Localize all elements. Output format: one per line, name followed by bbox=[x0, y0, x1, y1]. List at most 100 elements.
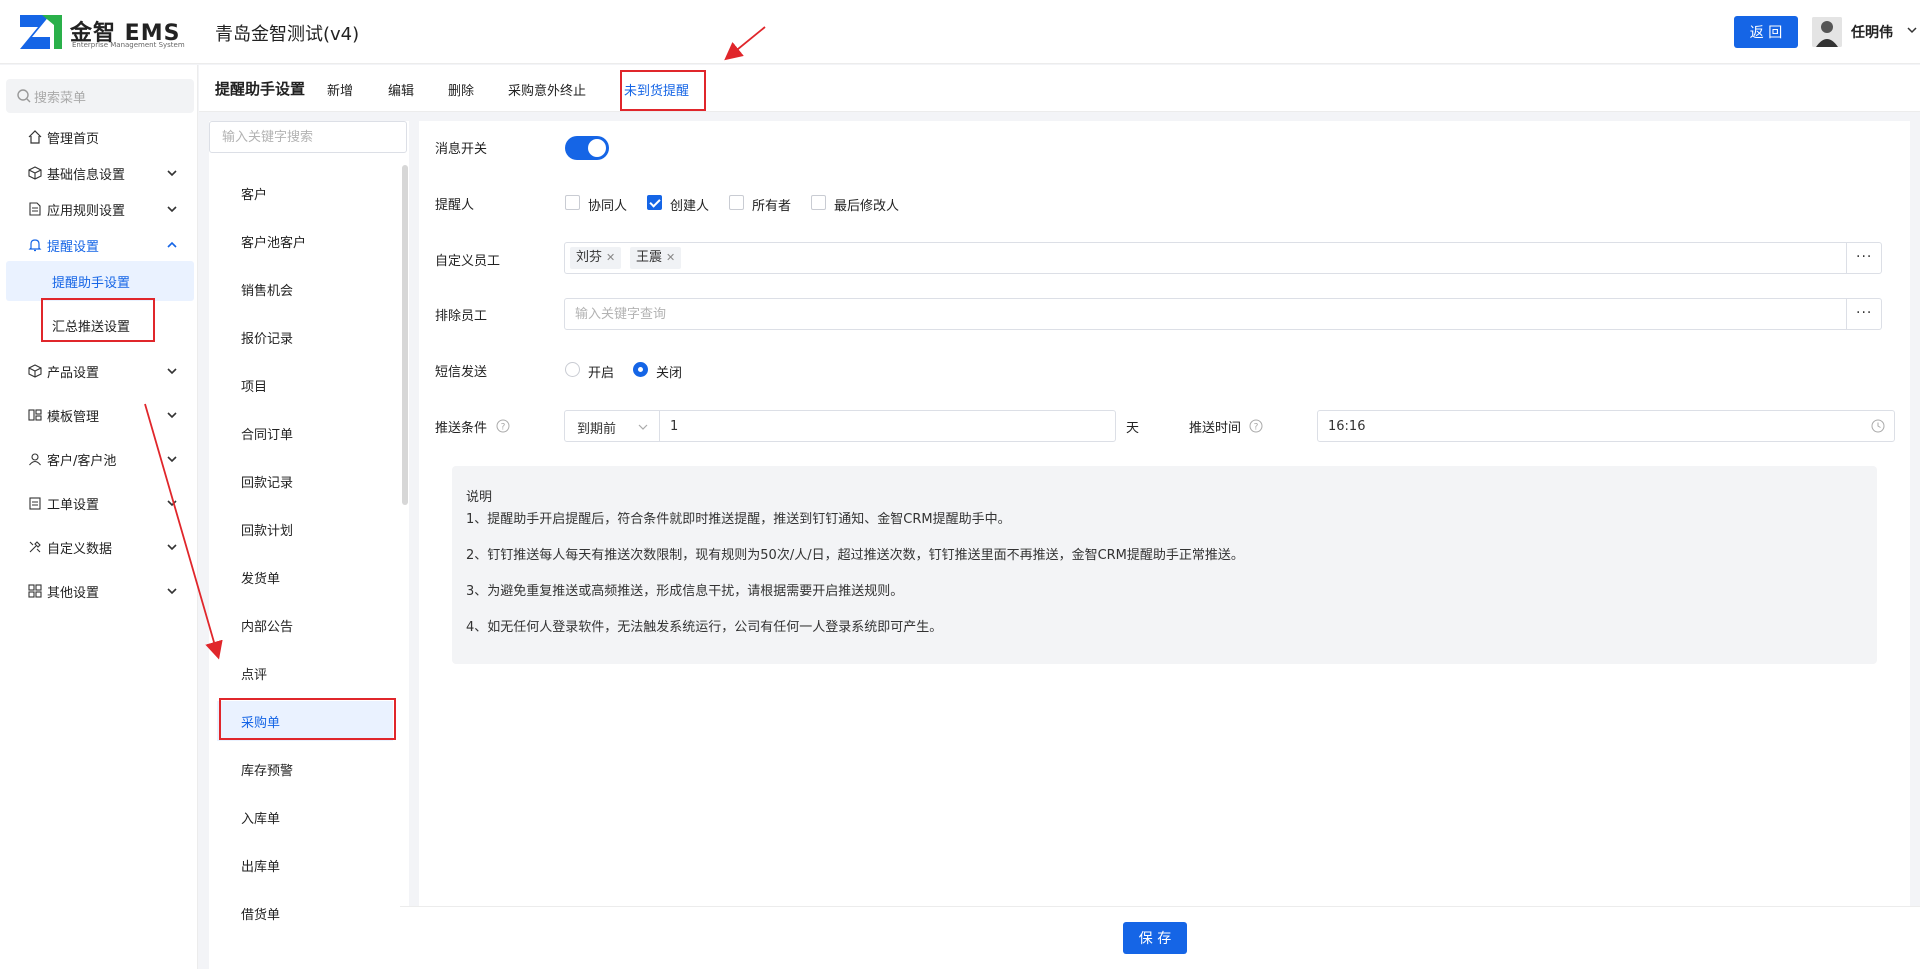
chevron-down-icon bbox=[167, 500, 177, 507]
delete-button[interactable]: 删除 bbox=[448, 80, 474, 99]
sidebar-item-label: 自定义数据 bbox=[47, 542, 113, 557]
condition-select[interactable]: 到期前 bbox=[564, 410, 660, 442]
sidebar-item-label: 模板管理 bbox=[47, 410, 100, 425]
add-button[interactable]: 新增 bbox=[327, 80, 353, 99]
tag-close-icon[interactable]: ✕ bbox=[606, 251, 615, 264]
chevron-down-icon[interactable] bbox=[1906, 24, 1918, 36]
list-item-label: 销售机会 bbox=[241, 284, 294, 299]
radio-label: 开启 bbox=[588, 366, 615, 381]
sidebar-item-home[interactable]: 管理首页 bbox=[0, 117, 198, 157]
sidebar-item-custom-data[interactable]: 自定义数据 bbox=[0, 527, 198, 567]
custom-staff-label: 自定义员工 bbox=[435, 254, 501, 269]
toolbar: 提醒助手设置 新增 编辑 删除 采购意外终止 未到货提醒 bbox=[199, 65, 1920, 112]
sidebar-item-label: 提醒设置 bbox=[47, 240, 100, 255]
page-title: 提醒助手设置 bbox=[215, 80, 306, 98]
list-item-label: 库存预警 bbox=[241, 764, 294, 779]
user-name[interactable]: 任明伟 bbox=[1851, 22, 1893, 42]
push-time-input[interactable] bbox=[1317, 410, 1895, 442]
sidebar-item-customers[interactable]: 客户/客户池 bbox=[0, 439, 198, 479]
logo-mark-icon bbox=[20, 15, 62, 49]
sidebar-item-label: 管理首页 bbox=[47, 132, 100, 147]
chevron-down-icon bbox=[167, 412, 177, 419]
chevron-down-icon bbox=[167, 456, 177, 463]
edit-button[interactable]: 编辑 bbox=[388, 80, 414, 99]
sidebar-item-basic-info[interactable]: 基础信息设置 bbox=[0, 153, 198, 193]
sidebar: 搜索菜单 管理首页 基础信息设置 应用规则设置 提醒设置 提醒助手设置 汇总推送… bbox=[0, 65, 198, 969]
settings-form: 消息开关 提醒人 协同人 创建人 所有者 最后修改人 自定义员工 刘芬 ✕ 王震 ✕… bbox=[419, 121, 1910, 906]
back-button[interactable]: 返 回 bbox=[1734, 16, 1798, 48]
clock-icon[interactable] bbox=[1871, 419, 1885, 433]
checkbox-label: 所有者 bbox=[752, 199, 792, 214]
scrollbar[interactable] bbox=[402, 165, 408, 505]
sidebar-item-products[interactable]: 产品设置 bbox=[0, 351, 198, 391]
list-item-customer[interactable]: 客户 bbox=[217, 173, 393, 213]
list-item-opportunity[interactable]: 销售机会 bbox=[217, 269, 393, 309]
staff-tag: 王震 ✕ bbox=[630, 247, 682, 269]
list-item-label: 报价记录 bbox=[241, 332, 294, 347]
search-icon bbox=[17, 89, 31, 103]
exclude-staff-picker-button[interactable]: ··· bbox=[1846, 298, 1882, 330]
sidebar-item-label: 应用规则设置 bbox=[47, 204, 126, 219]
list-item-announcement[interactable]: 内部公告 bbox=[217, 605, 393, 645]
list-item-loan[interactable]: 借货单 bbox=[217, 893, 393, 933]
sidebar-item-label: 工单设置 bbox=[47, 498, 100, 513]
message-switch[interactable] bbox=[565, 136, 609, 160]
module-list: 客户 客户池客户 销售机会 报价记录 项目 合同订单 回款记录 回款计划 发货单… bbox=[209, 121, 409, 969]
list-item-label: 回款记录 bbox=[241, 476, 294, 491]
sidebar-subitem-reminder-assistant[interactable]: 提醒助手设置 bbox=[6, 261, 194, 301]
list-item-payment-plan[interactable]: 回款计划 bbox=[217, 509, 393, 549]
list-item-outbound[interactable]: 出库单 bbox=[217, 845, 393, 885]
radio-label: 关闭 bbox=[656, 366, 683, 381]
sidebar-item-templates[interactable]: 模板管理 bbox=[0, 395, 198, 435]
sidebar-item-reminders[interactable]: 提醒设置 bbox=[0, 225, 198, 265]
chevron-down-icon bbox=[167, 206, 177, 213]
tag-close-icon[interactable]: ✕ bbox=[666, 251, 675, 264]
list-item-customer-pool[interactable]: 客户池客户 bbox=[217, 221, 393, 261]
exclude-staff-input[interactable] bbox=[564, 298, 1847, 330]
condition-days-input[interactable] bbox=[659, 410, 1116, 442]
unit-label: 天 bbox=[1126, 421, 1140, 436]
list-item-label: 客户池客户 bbox=[241, 236, 307, 251]
sidebar-subitem-label: 提醒助手设置 bbox=[52, 276, 131, 291]
list-item-inbound[interactable]: 入库单 bbox=[217, 797, 393, 837]
avatar[interactable] bbox=[1812, 17, 1842, 47]
custom-staff-picker-button[interactable]: ··· bbox=[1846, 242, 1882, 274]
switch-label: 消息开关 bbox=[435, 142, 488, 157]
chevron-down-icon bbox=[638, 424, 648, 430]
instructions-heading: 说明 bbox=[466, 490, 493, 505]
list-item-stock-warning[interactable]: 库存预警 bbox=[217, 749, 393, 789]
tab-purchase-terminated[interactable]: 采购意外终止 bbox=[508, 80, 586, 99]
cube-icon bbox=[28, 166, 42, 180]
staff-tag: 刘芬 ✕ bbox=[570, 247, 622, 269]
list-item-quote[interactable]: 报价记录 bbox=[217, 317, 393, 357]
list-item-delivery[interactable]: 发货单 bbox=[217, 557, 393, 597]
help-icon[interactable]: ? bbox=[496, 419, 510, 433]
save-button[interactable]: 保 存 bbox=[1123, 922, 1187, 954]
sidebar-item-work-orders[interactable]: 工单设置 bbox=[0, 483, 198, 523]
sidebar-item-other-settings[interactable]: 其他设置 bbox=[0, 571, 198, 611]
clipboard-icon bbox=[29, 497, 41, 510]
svg-text:?: ? bbox=[1254, 423, 1259, 433]
list-item-payment-record[interactable]: 回款记录 bbox=[217, 461, 393, 501]
checkbox-label: 最后修改人 bbox=[834, 199, 900, 214]
exclude-staff-label: 排除员工 bbox=[435, 309, 488, 324]
list-item-contract[interactable]: 合同订单 bbox=[217, 413, 393, 453]
instruction-line: 2、钉钉推送每人每天有推送次数限制，现有规则为50次/人/日，超过推送次数，钉钉… bbox=[466, 548, 1244, 563]
custom-staff-field[interactable]: 刘芬 ✕ 王震 ✕ bbox=[564, 242, 1847, 274]
box-icon bbox=[28, 364, 42, 378]
list-item-label: 项目 bbox=[241, 380, 268, 395]
home-icon bbox=[28, 130, 42, 144]
list-item-project[interactable]: 项目 bbox=[217, 365, 393, 405]
help-icon[interactable]: ? bbox=[1249, 419, 1263, 433]
module-search-input[interactable] bbox=[209, 121, 407, 153]
tag-label: 刘芬 bbox=[576, 250, 603, 265]
list-item-review[interactable]: 点评 bbox=[217, 653, 393, 693]
list-item-label: 借货单 bbox=[241, 908, 281, 923]
user-icon bbox=[29, 453, 41, 466]
annotation-box bbox=[219, 698, 396, 740]
bell-icon bbox=[28, 239, 42, 252]
top-header: 金智 EMS Enterprise Management System 青岛金智… bbox=[0, 0, 1920, 64]
sidebar-item-app-rules[interactable]: 应用规则设置 bbox=[0, 189, 198, 229]
menu-search-input[interactable]: 搜索菜单 bbox=[6, 79, 194, 113]
tools-icon bbox=[29, 541, 41, 553]
